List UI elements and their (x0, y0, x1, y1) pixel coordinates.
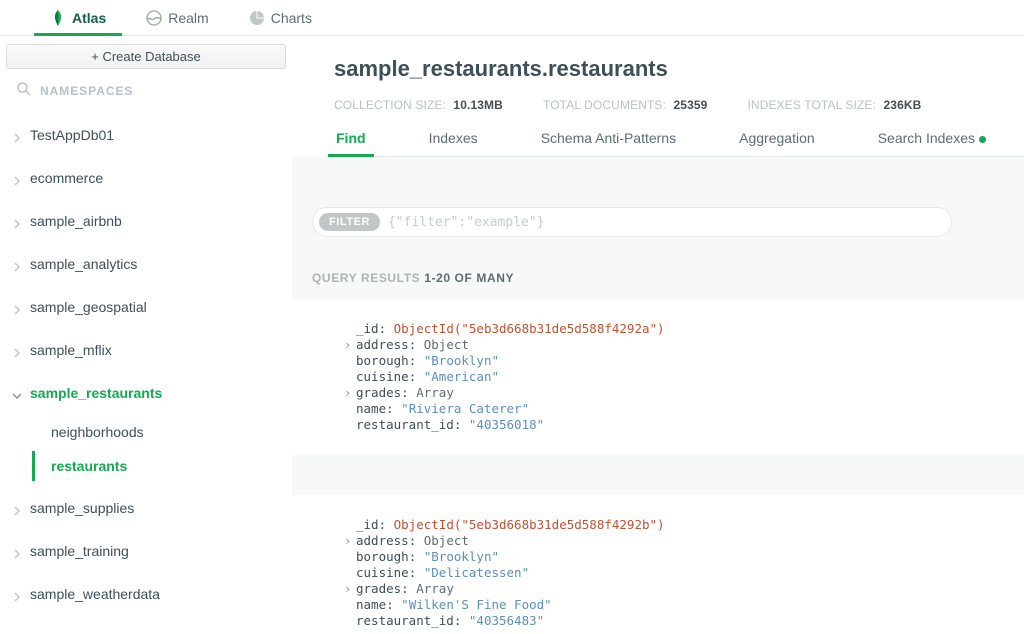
chevron-down-icon (12, 388, 22, 398)
tab-find[interactable]: Find (334, 126, 368, 156)
collection-tabs: Find Indexes Schema Anti-Patterns Aggreg… (334, 126, 1024, 157)
realm-icon (146, 10, 162, 26)
stat-total-documents: TOTAL DOCUMENTS: 25359 (543, 98, 708, 112)
sidebar: + Create Database TestAppDb01 ecommerce sa… (0, 36, 292, 634)
doc-field-address: › address: Object (356, 337, 1004, 353)
create-database-button[interactable]: + Create Database (6, 44, 286, 69)
sidebar-db-sample_restaurants[interactable]: sample_restaurants (6, 378, 286, 408)
tab-atlas[interactable]: Atlas (48, 6, 108, 34)
chevron-right-icon (12, 345, 22, 355)
tab-realm-label: Realm (168, 10, 208, 26)
sidebar-db-TestAppDb01[interactable]: TestAppDb01 (6, 120, 286, 150)
db-label: sample_airbnb (30, 213, 122, 229)
document-card: _id: ObjectId("5eb3d668b31de5d588f4292a"… (292, 299, 1024, 455)
search-icon (16, 81, 32, 100)
chevron-right-icon (12, 546, 22, 556)
query-results-heading: QUERY RESULTS 1-20 OF MANY (312, 271, 1024, 285)
db-label: TestAppDb01 (30, 127, 114, 143)
namespace-search[interactable] (6, 79, 286, 104)
stat-collection-size: COLLECTION SIZE: 10.13MB (334, 98, 503, 112)
chevron-right-icon (12, 302, 22, 312)
chevron-right-icon[interactable]: › (344, 337, 356, 353)
main-panel: sample_restaurants.restaurants COLLECTIO… (292, 36, 1024, 634)
tab-atlas-label: Atlas (72, 10, 106, 26)
doc-field-grades: › grades: Array (356, 385, 1004, 401)
chevron-right-icon (12, 259, 22, 269)
top-nav: Atlas Realm Charts (0, 0, 1024, 36)
namespace-search-input[interactable] (40, 84, 280, 98)
stat-indexes-total-size: INDEXES TOTAL SIZE: 236KB (747, 98, 921, 112)
filter-pill[interactable]: FILTER (312, 207, 952, 237)
doc-field-_id: _id: ObjectId("5eb3d668b31de5d588f4292a"… (356, 321, 1004, 337)
sidebar-db-ecommerce[interactable]: ecommerce (6, 163, 286, 193)
chevron-right-icon (12, 589, 22, 599)
db-label: ecommerce (30, 170, 103, 186)
documents-list: _id: ObjectId("5eb3d668b31de5d588f4292a"… (292, 299, 1024, 634)
sidebar-db-sample_geospatial[interactable]: sample_geospatial (6, 292, 286, 322)
doc-field-restaurant_id: restaurant_id: "40356483" (356, 613, 1004, 629)
tab-indexes[interactable]: Indexes (427, 126, 480, 156)
tab-charts[interactable]: Charts (247, 6, 314, 34)
collection-title: sample_restaurants.restaurants (334, 56, 1024, 82)
doc-field-cuisine: cuisine: "Delicatessen" (356, 565, 1004, 581)
sidebar-db-sample_supplies[interactable]: sample_supplies (6, 493, 286, 523)
doc-field-name: name: "Wilken'S Fine Food" (356, 597, 1004, 613)
db-label: sample_restaurants (30, 385, 162, 401)
chevron-right-icon (12, 173, 22, 183)
chevron-right-icon (12, 130, 22, 140)
doc-field-address: › address: Object (356, 533, 1004, 549)
tab-schema-anti-patterns[interactable]: Schema Anti-Patterns (539, 126, 678, 156)
database-list: TestAppDb01 ecommerce sample_airbnb sample_… (6, 120, 286, 609)
db-label: sample_analytics (30, 256, 137, 272)
collection-stats: COLLECTION SIZE: 10.13MB TOTAL DOCUMENTS… (334, 98, 1024, 112)
doc-field-_id: _id: ObjectId("5eb3d668b31de5d588f4292b"… (356, 517, 1004, 533)
filter-badge: FILTER (319, 213, 380, 231)
leaf-icon (50, 10, 66, 26)
charts-icon (249, 10, 265, 26)
tab-aggregation[interactable]: Aggregation (737, 126, 817, 156)
db-label: sample_mflix (30, 342, 112, 358)
tab-realm[interactable]: Realm (144, 6, 210, 34)
sidebar-db-sample_training[interactable]: sample_training (6, 536, 286, 566)
doc-field-grades: › grades: Array (356, 581, 1004, 597)
tab-search-indexes[interactable]: Search Indexes (876, 126, 988, 156)
sidebar-db-sample_mflix[interactable]: sample_mflix (6, 335, 286, 365)
chevron-right-icon (12, 216, 22, 226)
db-label: sample_weatherdata (30, 586, 160, 602)
document-card: _id: ObjectId("5eb3d668b31de5d588f4292b"… (292, 495, 1024, 634)
chevron-right-icon[interactable]: › (344, 533, 356, 549)
db-label: sample_geospatial (30, 299, 147, 315)
filter-input[interactable] (388, 215, 937, 230)
sidebar-collection-restaurants[interactable]: restaurants (32, 451, 286, 481)
db-label: sample_training (30, 543, 129, 559)
sidebar-db-sample_weatherdata[interactable]: sample_weatherdata (6, 579, 286, 609)
tab-charts-label: Charts (271, 10, 312, 26)
doc-field-restaurant_id: restaurant_id: "40356018" (356, 417, 1004, 433)
chevron-right-icon[interactable]: › (344, 385, 356, 401)
doc-field-cuisine: cuisine: "American" (356, 369, 1004, 385)
chevron-right-icon[interactable]: › (344, 581, 356, 597)
doc-field-name: name: "Riviera Caterer" (356, 401, 1004, 417)
indicator-dot-icon (979, 136, 986, 143)
doc-field-borough: borough: "Brooklyn" (356, 353, 1004, 369)
sidebar-collection-neighborhoods[interactable]: neighborhoods (32, 417, 286, 447)
collection-list: neighborhoods restaurants (32, 417, 286, 481)
sidebar-db-sample_airbnb[interactable]: sample_airbnb (6, 206, 286, 236)
db-label: sample_supplies (30, 500, 134, 516)
chevron-right-icon (12, 503, 22, 513)
doc-field-borough: borough: "Brooklyn" (356, 549, 1004, 565)
sidebar-db-sample_analytics[interactable]: sample_analytics (6, 249, 286, 279)
